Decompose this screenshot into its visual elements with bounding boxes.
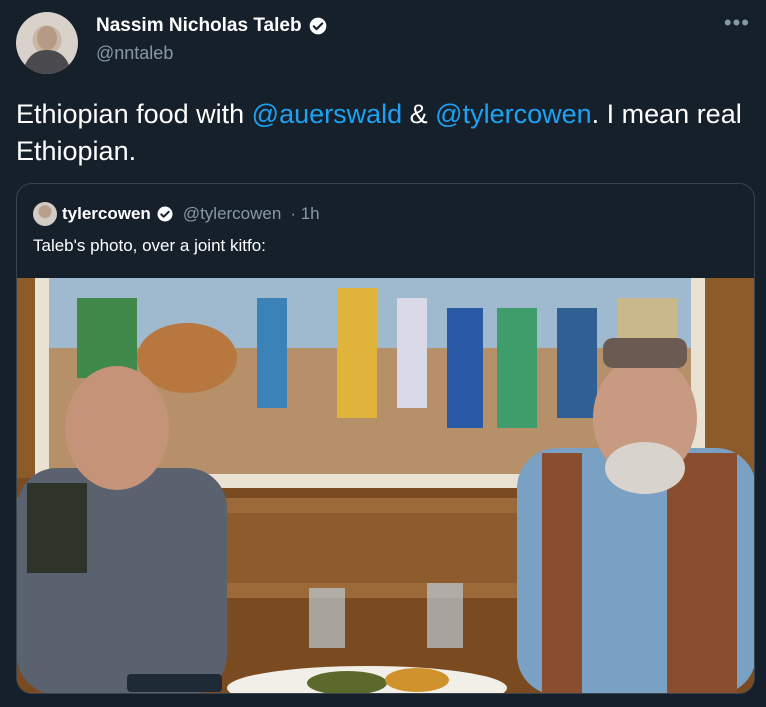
tweet-text: Ethiopian food with @auerswald & @tylerc… [16, 96, 746, 170]
quoted-tweet-header: tylercowen @tylercowen · 1h [33, 202, 320, 226]
quoted-author-avatar[interactable] [33, 202, 57, 226]
tweet-photo[interactable] [17, 278, 754, 693]
quoted-author-name[interactable]: tylercowen [62, 204, 151, 224]
photo-illustration [17, 278, 754, 693]
more-dots-icon[interactable]: ••• [724, 10, 750, 36]
tweet-text-part: & [402, 99, 436, 129]
author-avatar[interactable] [16, 12, 78, 74]
mention-tylercowen[interactable]: @tylercowen [435, 99, 591, 129]
mention-auerswald[interactable]: @auerswald [252, 99, 402, 129]
author-handle[interactable]: @nntaleb [96, 43, 173, 64]
quoted-tweet-time[interactable]: · 1h [290, 204, 319, 224]
tweet-text-part: Ethiopian food with [16, 99, 252, 129]
verified-badge-icon [309, 17, 326, 35]
author-display-name[interactable]: Nassim Nicholas Taleb [96, 15, 302, 37]
quoted-tweet[interactable]: tylercowen @tylercowen · 1h Taleb's phot… [16, 183, 755, 694]
verified-badge-icon [157, 206, 173, 222]
quoted-tweet-text: Taleb's photo, over a joint kitfo: [33, 236, 266, 255]
author-name-row: Nassim Nicholas Taleb [96, 15, 328, 37]
quoted-author-handle[interactable]: @tylercowen [183, 204, 282, 224]
